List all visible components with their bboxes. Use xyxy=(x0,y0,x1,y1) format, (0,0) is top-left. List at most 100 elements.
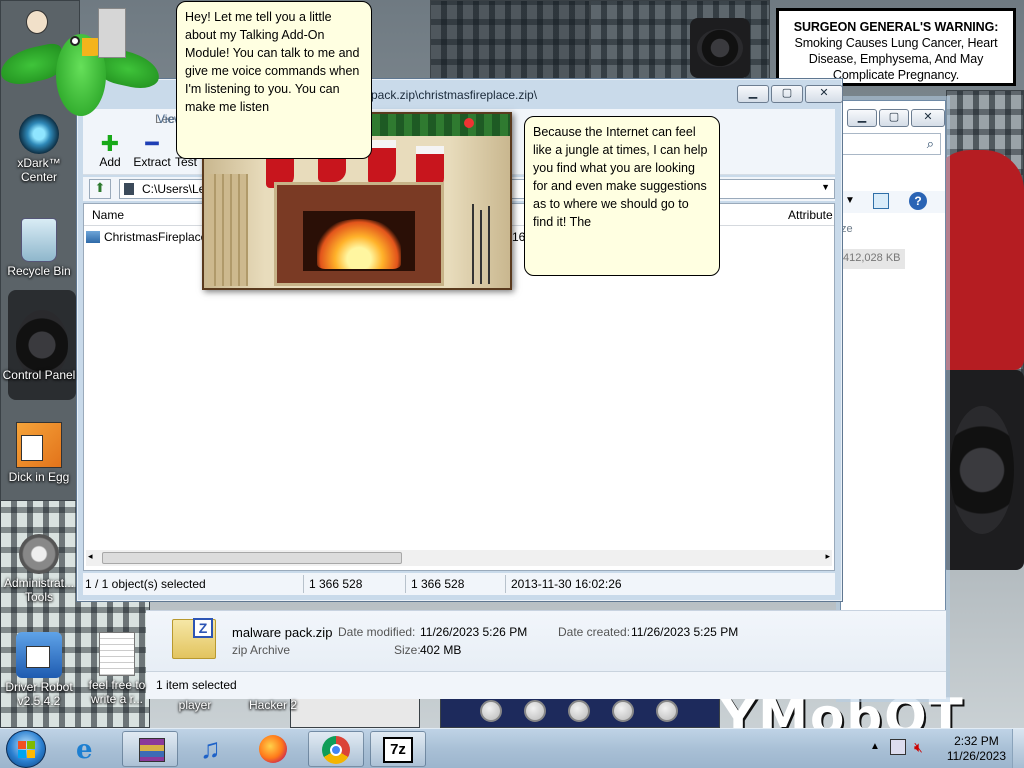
status-selection: 1 / 1 object(s) selected xyxy=(85,577,206,591)
detail-file-type: zip Archive xyxy=(232,643,291,657)
detail-modified-value: 11/26/2023 5:26 PM xyxy=(420,625,528,639)
xdark-icon xyxy=(19,114,59,154)
search-icon[interactable]: ⌕ xyxy=(927,136,934,152)
horizontal-scrollbar[interactable]: ◂ ▸ xyxy=(86,550,832,566)
desktop-icon-label: Control Panel xyxy=(2,368,76,382)
scroll-left-icon[interactable]: ◂ xyxy=(88,551,93,562)
ad-speech-text: Because the Internet can feel like a jun… xyxy=(533,125,708,229)
desktop-icon-label: Recycle Bin xyxy=(7,264,71,278)
detail-modified-label: Date modified: xyxy=(338,625,416,639)
desktop-icon-label: Dick in Egg xyxy=(8,470,70,484)
taskbar-chrome[interactable] xyxy=(308,731,364,767)
taskbar-music[interactable]: ♫ xyxy=(184,731,240,767)
file-row-name: ChristmasFireplace xyxy=(104,230,208,244)
minimize-button[interactable]: ▁ xyxy=(737,85,769,103)
girl-character xyxy=(26,10,48,34)
fireplace-tools xyxy=(466,204,496,286)
column-attributes[interactable]: Attribute xyxy=(788,208,833,222)
desktop-icon-player[interactable]: player xyxy=(156,698,234,712)
desktop-icon-label: Hacker 2 xyxy=(248,698,298,712)
fire-icon xyxy=(317,219,401,269)
winrar-icon xyxy=(139,738,165,762)
desktop-icon-admin-tools[interactable]: Administrat... Tools xyxy=(0,534,78,604)
clock-time: 2:32 PM xyxy=(954,734,999,748)
search-box[interactable]: ⌕ xyxy=(841,133,941,155)
desktop-icon-control-panel[interactable]: Control Panel xyxy=(0,366,78,382)
internet-explorer-icon: e xyxy=(76,735,93,765)
desktop-icon-text-file[interactable]: feel free to write a r... xyxy=(78,632,156,706)
bonzi-speech-bubble[interactable]: Hey! Let me tell you a little about my T… xyxy=(176,1,372,159)
desktop-icon-xdark[interactable]: xDark™ Center xyxy=(0,114,78,184)
up-folder-icon[interactable]: ⬆ xyxy=(89,179,111,199)
7zip-title: pack.zip\christmasfireplace.zip\ xyxy=(371,88,538,102)
wallpaper-figure xyxy=(568,700,590,722)
chrome-icon xyxy=(322,736,350,764)
network-icon[interactable] xyxy=(890,739,906,755)
warning-title: SURGEON GENERAL'S WARNING: xyxy=(793,20,999,34)
explorer-details-pane: Z malware pack.zip Date modified: 11/26/… xyxy=(146,610,946,699)
desktop-icon-dick-in-egg[interactable]: Dick in Egg xyxy=(0,422,78,484)
show-desktop-button[interactable] xyxy=(1012,729,1024,768)
column-name[interactable]: Name xyxy=(92,208,124,222)
7zip-window-controls: ▁ ▢ ✕ xyxy=(737,85,843,103)
wallpaper-speaker xyxy=(8,290,76,400)
extract-button[interactable]: ━ Extract xyxy=(129,133,175,170)
desktop-icon-label: feel free to write a r... xyxy=(88,678,146,706)
scrollbar-thumb[interactable] xyxy=(102,552,402,564)
ad-speech-bubble[interactable]: Because the Internet can feel like a jun… xyxy=(524,116,720,276)
driver-robot-icon xyxy=(16,632,62,678)
file-row[interactable]: ChristmasFireplace 16 xyxy=(86,230,525,248)
wallpaper-figure xyxy=(612,700,634,722)
close-button[interactable]: ✕ xyxy=(805,85,843,103)
system-clock[interactable]: 2:32 PM 11/26/2023 xyxy=(947,734,1006,764)
taskbar: e ♫ 7z ▲ 🔇︎ 2:32 PM 11/26/2023 xyxy=(0,728,1024,768)
desktop-icon-driver-robot[interactable]: Driver Robot v2.5.4.2 xyxy=(0,632,78,708)
desktop-icon-hacker-2[interactable]: Hacker 2 xyxy=(234,698,312,712)
detail-created-label: Date created: xyxy=(558,625,631,639)
address-dropdown-icon[interactable]: ▼ xyxy=(821,182,830,192)
desktop-icon-label: Driver Robot v2.5.4.2 xyxy=(5,680,73,708)
detail-size-label: Size: xyxy=(394,643,421,657)
detail-size-value: 402 MB xyxy=(420,643,462,657)
stocking xyxy=(368,140,396,184)
file-size-cell[interactable]: 412,028 KB xyxy=(841,249,905,269)
minimize-button[interactable]: ▁ xyxy=(847,109,877,127)
view-dropdown-icon[interactable]: ▼ xyxy=(845,195,855,206)
desktop-icon-label: player xyxy=(178,698,212,712)
add-label: Add xyxy=(99,155,121,169)
explorer-toolbar: ▼ ? xyxy=(841,191,945,213)
warning-text: Smoking Causes Lung Cancer, Heart Diseas… xyxy=(794,36,998,82)
desktop-icon-recycle-bin[interactable]: Recycle Bin xyxy=(0,218,78,278)
desktop-icon-label: Administrat... Tools xyxy=(3,576,75,604)
start-button[interactable] xyxy=(6,730,46,768)
taskbar-7zip[interactable]: 7z xyxy=(370,731,426,767)
maximize-button[interactable]: ▢ xyxy=(879,109,909,127)
taskbar-winrar[interactable] xyxy=(122,731,178,767)
parrot-assistant[interactable] xyxy=(0,8,163,122)
bonzi-speech-text: Hey! Let me tell you a little about my T… xyxy=(185,10,360,114)
close-button[interactable]: ✕ xyxy=(911,109,945,127)
drive-icon xyxy=(124,183,134,195)
help-icon[interactable]: ? xyxy=(909,192,927,210)
wallpaper-figure xyxy=(656,700,678,722)
surgeon-general-warning: SURGEON GENERAL'S WARNING: Smoking Cause… xyxy=(776,8,1016,86)
explorer-window[interactable]: ▁ ▢ ✕ ⌕ ▼ ? ze 412,028 KB xyxy=(840,100,946,698)
status-packed-size: 1 366 528 xyxy=(411,577,465,591)
add-icon: ✚ xyxy=(100,131,120,156)
admin-tools-icon xyxy=(19,534,59,574)
taskbar-firefox[interactable] xyxy=(246,731,302,767)
scroll-right-icon[interactable]: ▸ xyxy=(825,551,830,562)
detail-file-name: malware pack.zip xyxy=(232,625,333,640)
maximize-button[interactable]: ▢ xyxy=(771,85,803,103)
parrot-eye xyxy=(70,36,80,46)
add-button[interactable]: ✚ Add xyxy=(87,131,133,170)
taskbar-internet-explorer[interactable]: e xyxy=(62,731,118,767)
firefox-icon xyxy=(259,735,287,763)
7zip-icon: 7z xyxy=(383,737,413,763)
show-hidden-icons-icon[interactable]: ▲ xyxy=(870,741,880,752)
wallpaper-figure xyxy=(480,700,502,722)
detail-created-value: 11/26/2023 5:25 PM xyxy=(631,625,739,639)
preview-pane-icon[interactable] xyxy=(873,193,889,209)
door-shortcut-icon xyxy=(98,8,126,58)
volume-muted-icon[interactable]: 🔇︎ xyxy=(914,739,923,756)
